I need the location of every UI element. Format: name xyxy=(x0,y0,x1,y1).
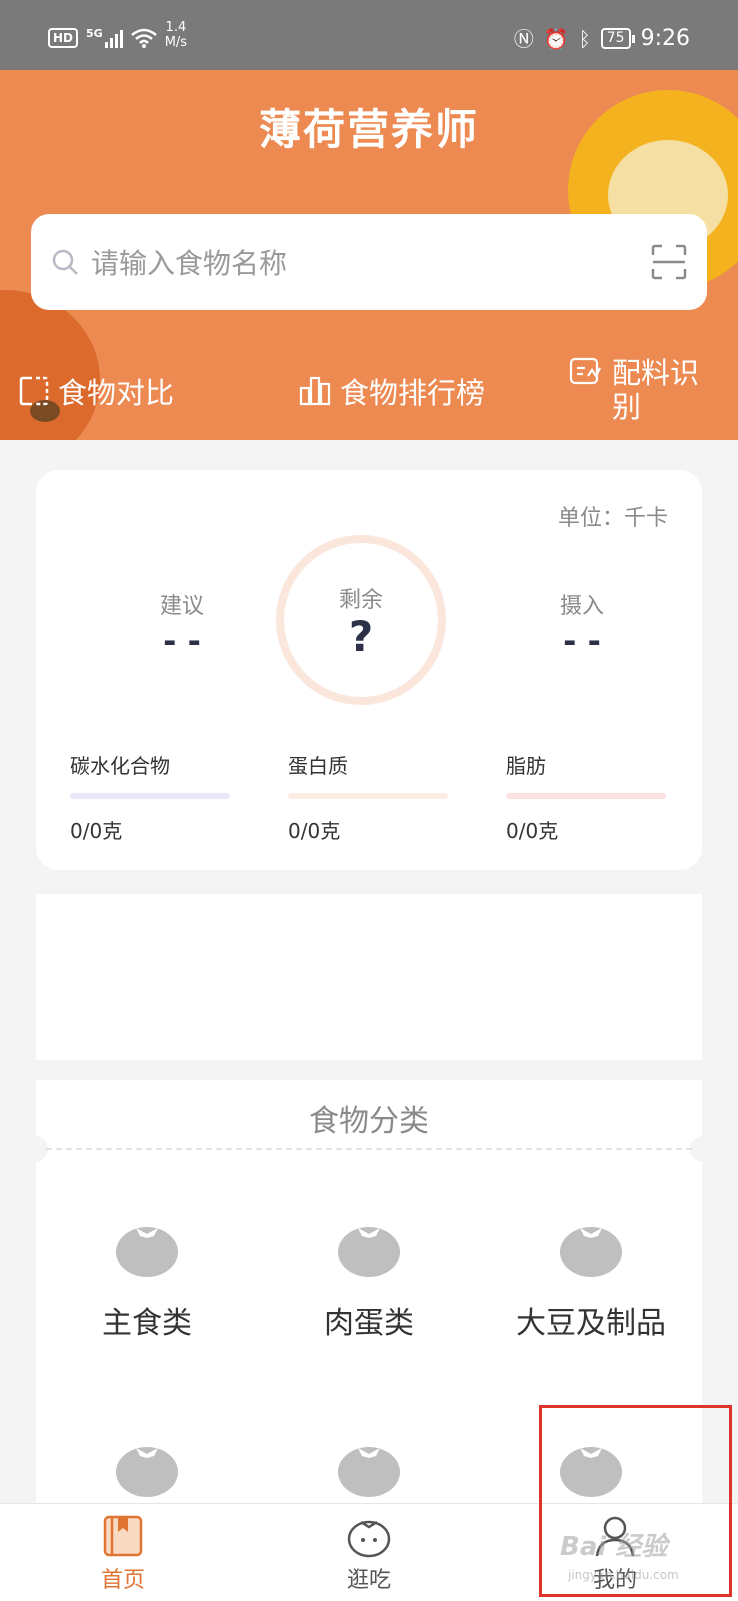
category-meat-egg[interactable]: 肉蛋类 xyxy=(258,1220,480,1342)
app-title: 薄荷营养师 xyxy=(258,105,479,154)
suggested-value: - - xyxy=(163,622,201,660)
protein-progress-bar xyxy=(288,793,448,799)
macro-fat: 脂肪 0/0克 xyxy=(506,750,666,844)
status-bar: HD 5G 1.4 M/s Ⓝ ⏰ ᛒ 75 9:26 xyxy=(0,0,738,70)
tab-home[interactable]: 首页 xyxy=(43,1514,203,1594)
bluetooth-icon: ᛒ xyxy=(578,26,591,51)
carbs-value: 0/0克 xyxy=(70,819,123,843)
ingredient-scan-label: 配料识别 xyxy=(612,356,700,424)
macro-protein: 蛋白质 0/0克 xyxy=(288,750,448,844)
alarm-icon: ⏰ xyxy=(543,26,569,51)
category-staple-label: 主食类 xyxy=(102,1306,192,1341)
category-meat-egg-label: 肉蛋类 xyxy=(324,1306,414,1341)
ticket-notch-left xyxy=(22,1136,48,1162)
food-placeholder-icon xyxy=(116,1227,178,1277)
food-ranking-link[interactable]: 食物排行榜 xyxy=(298,370,485,412)
tab-explore[interactable]: 逛吃 xyxy=(289,1514,449,1594)
speed-unit: M/s xyxy=(164,35,188,50)
fat-progress-bar xyxy=(506,793,666,799)
tab-explore-label: 逛吃 xyxy=(346,1568,391,1593)
explore-fruit-icon xyxy=(347,1520,391,1558)
pumpkin-decoration-left xyxy=(0,290,100,440)
blank-card xyxy=(36,894,702,1060)
suggested-label: 建议 xyxy=(159,594,204,619)
category-item-4[interactable] xyxy=(36,1440,258,1498)
categories-title: 食物分类 xyxy=(309,1104,429,1139)
clock-time: 9:26 xyxy=(640,26,690,51)
fat-value: 0/0克 xyxy=(506,819,559,843)
carbs-label: 碳水化合物 xyxy=(70,754,170,778)
header-banner: 薄荷营养师 请输入食物名称 食物对比 食物排行榜 配料识别 xyxy=(0,70,738,440)
scan-icon[interactable] xyxy=(651,244,687,280)
fat-label: 脂肪 xyxy=(506,754,546,778)
food-compare-label: 食物对比 xyxy=(58,376,175,410)
highlight-box xyxy=(539,1405,732,1597)
signal-type: 5G xyxy=(86,26,103,40)
search-input[interactable]: 请输入食物名称 xyxy=(91,242,287,282)
compare-icon xyxy=(19,376,49,406)
food-compare-link[interactable]: 食物对比 xyxy=(18,370,174,412)
network-speed: 1.4 M/s xyxy=(165,20,187,50)
food-placeholder-icon xyxy=(116,1447,178,1497)
battery-icon: 75 xyxy=(600,28,635,49)
food-placeholder-icon xyxy=(338,1447,400,1497)
status-right: Ⓝ ⏰ ᛒ 75 9:26 xyxy=(514,26,690,51)
ingredient-scan-link[interactable]: 配料识别 xyxy=(568,356,712,424)
protein-value: 0/0克 xyxy=(288,819,341,843)
wifi-icon xyxy=(130,28,157,48)
category-soy-label: 大豆及制品 xyxy=(516,1306,666,1341)
food-placeholder-icon xyxy=(560,1227,622,1277)
category-soy[interactable]: 大豆及制品 xyxy=(480,1220,702,1342)
search-bar[interactable]: 请输入食物名称 xyxy=(31,214,707,310)
nfc-icon: Ⓝ xyxy=(513,26,534,51)
home-book-icon xyxy=(103,1515,143,1557)
ingredient-scan-icon xyxy=(569,357,601,385)
ranking-icon xyxy=(299,376,331,406)
food-ranking-label: 食物排行榜 xyxy=(340,376,486,410)
unit-label: 单位：千卡 xyxy=(557,506,668,531)
remaining-value: ? xyxy=(348,612,374,661)
signal-bars-icon xyxy=(104,28,123,48)
intake-label: 摄入 xyxy=(559,594,604,619)
intake-value: - - xyxy=(563,622,601,660)
hd-badge: HD xyxy=(48,28,79,48)
speed-value: 1.4 xyxy=(165,20,187,35)
category-item-5[interactable] xyxy=(258,1440,480,1498)
food-placeholder-icon xyxy=(338,1227,400,1277)
protein-label: 蛋白质 xyxy=(288,754,348,778)
tab-home-label: 首页 xyxy=(100,1568,145,1593)
status-left: HD 5G 1.4 M/s xyxy=(48,20,187,50)
remaining-label: 剩余 xyxy=(338,588,383,613)
categories-divider xyxy=(46,1148,692,1150)
category-staple[interactable]: 主食类 xyxy=(36,1220,258,1342)
macro-carbs: 碳水化合物 0/0克 xyxy=(70,750,230,844)
search-icon xyxy=(52,249,78,275)
calorie-summary-card[interactable]: 单位：千卡 建议 - - 剩余 ? 摄入 - - 碳水化合物 0/0克 蛋白质 … xyxy=(36,470,702,870)
ticket-notch-right xyxy=(690,1136,716,1162)
carbs-progress-bar xyxy=(70,793,230,799)
